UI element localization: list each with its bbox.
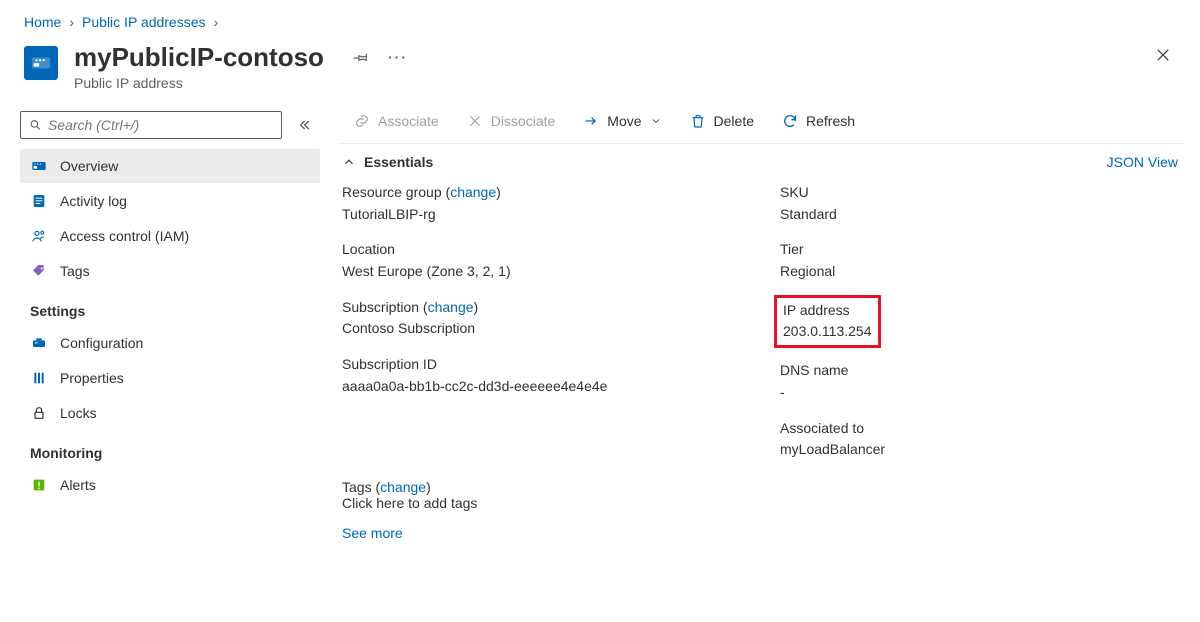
search-input[interactable]	[48, 117, 273, 133]
delete-button[interactable]: Delete	[678, 109, 766, 133]
main-content: Associate Dissociate Move Delete Refresh	[332, 99, 1200, 541]
ip-address-value: 203.0.113.254	[783, 321, 872, 343]
change-subscription-link[interactable]: change	[428, 299, 474, 315]
ip-address-highlight: IP address 203.0.113.254	[774, 295, 881, 348]
chevron-down-icon	[650, 115, 662, 127]
sku-value: Standard	[780, 204, 1178, 226]
sidebar-item-label: Configuration	[60, 335, 143, 351]
page-subtitle: Public IP address	[74, 75, 324, 91]
dns-name-label: DNS name	[780, 360, 1178, 382]
chevron-right-icon: ›	[69, 14, 74, 30]
breadcrumb-home[interactable]: Home	[24, 14, 61, 30]
dns-name-value: -	[780, 382, 1178, 404]
sidebar-item-configuration[interactable]: Configuration	[20, 326, 320, 360]
sidebar-item-label: Activity log	[60, 193, 127, 209]
sidebar-section-settings: Settings	[20, 289, 320, 325]
sidebar-item-label: Access control (IAM)	[60, 228, 189, 244]
subscription-id-label: Subscription ID	[342, 354, 740, 376]
sidebar-item-tags[interactable]: Tags	[20, 254, 320, 288]
locks-icon	[30, 404, 48, 422]
pin-icon[interactable]	[352, 48, 370, 66]
associate-icon	[354, 113, 370, 129]
sku-label: SKU	[780, 182, 1178, 204]
subscription-label: Subscription (change)	[342, 297, 740, 319]
sidebar-item-label: Overview	[60, 158, 118, 174]
sidebar-item-properties[interactable]: Properties	[20, 361, 320, 395]
dissociate-icon	[467, 113, 483, 129]
resource-group-label: Resource group (change)	[342, 182, 740, 204]
tags-label: Tags (change)	[342, 479, 1178, 495]
resource-group-value[interactable]: TutorialLBIP-rg	[342, 204, 740, 226]
associate-button: Associate	[342, 109, 451, 133]
sidebar-item-label: Locks	[60, 405, 97, 421]
activity-log-icon	[30, 192, 48, 210]
properties-icon	[30, 369, 48, 387]
tier-label: Tier	[780, 239, 1178, 261]
close-icon[interactable]	[1154, 46, 1180, 64]
collapse-sidebar-icon[interactable]	[292, 113, 316, 137]
location-value: West Europe (Zone 3, 2, 1)	[342, 261, 740, 283]
tags-icon	[30, 262, 48, 280]
sidebar-item-alerts[interactable]: Alerts	[20, 468, 320, 502]
alerts-icon	[30, 476, 48, 494]
essentials-header[interactable]: Essentials JSON View	[338, 144, 1184, 176]
overview-icon	[30, 157, 48, 175]
change-resource-group-link[interactable]: change	[450, 184, 496, 200]
sidebar-item-label: Tags	[60, 263, 90, 279]
sidebar-item-overview[interactable]: Overview	[20, 149, 320, 183]
ip-address-label: IP address	[783, 300, 872, 322]
chevron-right-icon: ›	[214, 14, 219, 30]
location-label: Location	[342, 239, 740, 261]
sidebar-item-iam[interactable]: Access control (IAM)	[20, 219, 320, 253]
move-icon	[583, 113, 599, 129]
breadcrumb: Home › Public IP addresses ›	[0, 0, 1200, 30]
tier-value: Regional	[780, 261, 1178, 283]
subscription-value[interactable]: Contoso Subscription	[342, 318, 740, 340]
sidebar-item-activity-log[interactable]: Activity log	[20, 184, 320, 218]
page-header: myPublicIP-contoso Public IP address ···	[0, 30, 1200, 99]
chevron-up-icon	[342, 155, 356, 169]
sidebar-item-label: Alerts	[60, 477, 96, 493]
sidebar: Overview Activity log Access control (IA…	[0, 99, 332, 541]
essentials-grid: Resource group (change) TutorialLBIP-rg …	[338, 176, 1184, 475]
associated-to-value[interactable]: myLoadBalancer	[780, 439, 1178, 461]
see-more-link[interactable]: See more	[342, 525, 403, 541]
sidebar-section-monitoring: Monitoring	[20, 431, 320, 467]
refresh-button[interactable]: Refresh	[770, 109, 867, 133]
page-title: myPublicIP-contoso	[74, 42, 324, 73]
delete-icon	[690, 113, 706, 129]
sidebar-item-locks[interactable]: Locks	[20, 396, 320, 430]
more-icon[interactable]: ···	[388, 49, 408, 65]
associated-to-label: Associated to	[780, 418, 1178, 440]
move-button[interactable]: Move	[571, 109, 673, 133]
breadcrumb-parent[interactable]: Public IP addresses	[82, 14, 205, 30]
command-bar: Associate Dissociate Move Delete Refresh	[338, 99, 1184, 144]
change-tags-link[interactable]: change	[380, 479, 426, 495]
subscription-id-value: aaaa0a0a-bb1b-cc2c-dd3d-eeeeee4e4e4e	[342, 376, 642, 398]
add-tags-link[interactable]: Click here to add tags	[342, 495, 1178, 511]
refresh-icon	[782, 113, 798, 129]
search-icon	[29, 118, 42, 132]
resource-icon	[24, 46, 58, 80]
dissociate-button: Dissociate	[455, 109, 568, 133]
json-view-link[interactable]: JSON View	[1107, 154, 1178, 170]
iam-icon	[30, 227, 48, 245]
configuration-icon	[30, 334, 48, 352]
sidebar-item-label: Properties	[60, 370, 124, 386]
search-input-wrapper[interactable]	[20, 111, 282, 139]
